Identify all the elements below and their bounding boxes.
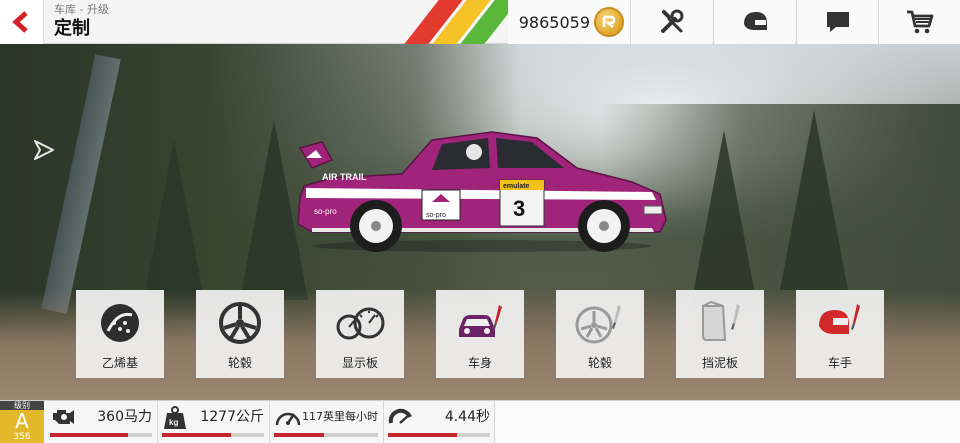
tile-vinyl[interactable]: 乙烯基 (76, 290, 164, 378)
tile-car-body[interactable]: 车身 (436, 290, 524, 378)
wheel-rim-icon (218, 298, 262, 348)
tile-label: 车身 (467, 356, 492, 370)
stat-bar (162, 433, 264, 437)
page-title: 定制 (54, 18, 90, 39)
stat-bar-fill (50, 433, 128, 437)
tile-rim-paint[interactable]: 轮毂 (556, 290, 644, 378)
stat-weight: kg 1277公斤 (158, 401, 268, 443)
wheel-paint-icon (574, 298, 626, 348)
car-sponsor-plate: emulate (503, 183, 530, 190)
performance-index: 356 (13, 432, 31, 442)
nav-tools-button[interactable] (630, 0, 712, 44)
stats-bar: 级别 A 356 360马力 kg 1277公斤 117英里每小时 4.44秒 (0, 400, 960, 443)
tile-label: 显示板 (341, 356, 378, 370)
camera-rotate-arrow-icon[interactable] (32, 138, 56, 162)
top-bar: 车库 - 升级 定制 9865059 (0, 0, 960, 44)
stat-bar (274, 433, 378, 437)
engine-icon (53, 410, 74, 424)
helmet-icon (743, 12, 767, 30)
breadcrumb: 车库 - 升级 (54, 3, 109, 16)
stat-value: 117英里每小时 (302, 410, 378, 423)
stat-value: 360马力 (97, 409, 152, 425)
vinyl-icon (98, 298, 142, 348)
stat-value: 1277公斤 (200, 409, 264, 425)
stat-acceleration: 4.44秒 (384, 401, 494, 443)
acceleration-icon (388, 408, 412, 424)
rally-car[interactable]: AIR TRAIL so-pro so-pro emulate 3 (292, 128, 672, 258)
stat-value: 4.44秒 (444, 409, 490, 425)
currency-display[interactable]: 9865059 (508, 0, 630, 44)
brand-stripes (398, 0, 518, 44)
tree (690, 130, 758, 310)
coin-icon (594, 7, 624, 37)
stat-top-speed: 117英里每小时 (270, 401, 382, 443)
car-sponsor-rear: so-pro (314, 207, 337, 216)
tile-label: 乙烯基 (101, 356, 138, 370)
currency-value: 9865059 (518, 12, 590, 32)
nav-messages-button[interactable] (796, 0, 878, 44)
stat-power: 360马力 (46, 401, 156, 443)
chat-bubble-icon (826, 12, 849, 32)
stat-bar-fill (274, 433, 324, 437)
helmet-paint-icon (815, 298, 865, 348)
mudflap-paint-icon (695, 298, 745, 348)
back-button[interactable] (0, 0, 44, 44)
tile-rims[interactable]: 轮毂 (196, 290, 284, 378)
weight-icon: kg (164, 406, 186, 429)
car-sponsor-door: so-pro (426, 212, 446, 219)
stat-bar (388, 433, 490, 437)
stat-bar-fill (162, 433, 232, 437)
stat-bar-fill (388, 433, 458, 437)
stats-bar-empty-area (494, 401, 960, 443)
tile-label: 挡泥板 (701, 356, 738, 370)
tile-mudflaps[interactable]: 挡泥板 (676, 290, 764, 378)
tile-gauges[interactable]: 显示板 (316, 290, 404, 378)
back-arrow-icon (11, 11, 28, 33)
car-sponsor-top: AIR TRAIL (322, 172, 367, 182)
tree (780, 110, 848, 290)
svg-text:kg: kg (169, 418, 178, 427)
speedometer-icon (275, 412, 301, 426)
title-block: 车库 - 升级 定制 (54, 3, 109, 41)
tile-label: 轮毂 (587, 356, 612, 370)
tile-label: 轮毂 (227, 356, 252, 370)
class-rating-badge[interactable]: 级别 A 356 (0, 401, 44, 443)
car-paint-icon (455, 298, 505, 348)
class-letter: A (15, 409, 29, 433)
wrench-screwdriver-icon (660, 9, 683, 33)
shopping-cart-icon (906, 10, 933, 34)
tile-label: 车手 (827, 356, 852, 370)
car-number: 3 (513, 196, 525, 221)
tile-driver[interactable]: 车手 (796, 290, 884, 378)
gauges-icon (335, 298, 385, 348)
stat-bar (50, 433, 152, 437)
nav-driver-button[interactable] (713, 0, 795, 44)
nav-shop-button[interactable] (878, 0, 960, 44)
